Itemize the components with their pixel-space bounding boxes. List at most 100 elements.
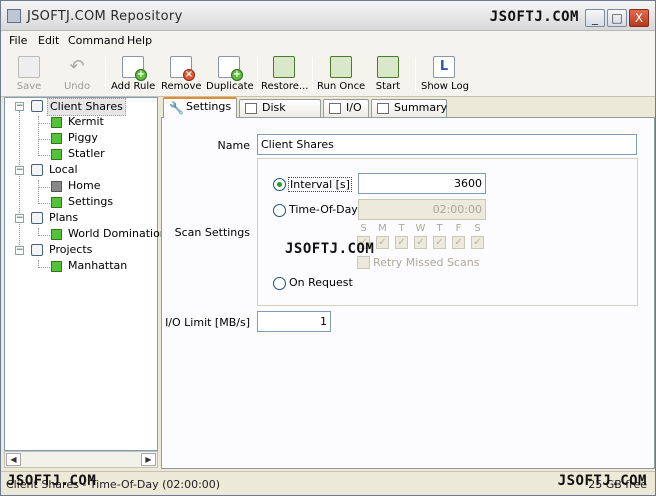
scroll-left-button[interactable]: ◀ <box>6 453 21 466</box>
undo-button[interactable]: ↶ Undo <box>57 53 97 95</box>
save-button[interactable]: Save <box>9 53 49 95</box>
share-active-icon <box>51 229 62 240</box>
status-bar: Client Shares - Time-Of-Day (02:00:00) 2… <box>1 471 655 495</box>
floppy-icon <box>18 56 40 78</box>
day-checkbox-mon[interactable]: ✓ <box>376 236 389 249</box>
interval-radio[interactable] <box>273 178 286 191</box>
watermark-bottom-right: JSOFTJ.COM <box>557 473 647 489</box>
share-active-icon <box>51 149 62 160</box>
window-title: JSOFTJ.COM Repository <box>27 9 183 24</box>
share-active-icon <box>51 261 62 272</box>
day-label-mon: M <box>378 223 387 234</box>
group-icon <box>31 244 43 256</box>
chart-icon <box>329 103 341 114</box>
duplicate-button[interactable]: + Duplicate <box>206 53 254 95</box>
collapse-toggle[interactable]: − <box>15 102 24 111</box>
minimize-button[interactable]: _ <box>585 9 605 27</box>
run-once-icon <box>330 56 352 78</box>
day-checkbox-thu[interactable]: ✓ <box>433 236 446 249</box>
app-icon <box>7 9 21 23</box>
duplicate-label: Duplicate <box>206 81 254 92</box>
retry-missed-checkbox[interactable] <box>357 256 370 269</box>
collapse-toggle[interactable]: − <box>15 246 24 255</box>
scan-settings-label: Scan Settings <box>174 226 250 239</box>
interval-field[interactable]: 3600 <box>358 173 486 194</box>
menu-command[interactable]: Command <box>68 34 125 47</box>
interval-label[interactable]: Interval [s] <box>288 177 352 192</box>
watermark-bottom-left: JSOFTJ.COM <box>7 473 97 489</box>
tree-label: Plans <box>49 211 79 224</box>
watermark-top-right: JSOFTJ.COM <box>489 9 579 25</box>
start-icon <box>377 56 399 78</box>
maximize-button[interactable]: □ <box>607 9 627 27</box>
day-checkbox-sat[interactable]: ✓ <box>471 236 484 249</box>
watermark-center: JSOFTJ.COM <box>285 241 375 257</box>
on-request-label[interactable]: On Request <box>289 276 353 289</box>
start-button[interactable]: Start <box>370 53 406 95</box>
share-active-icon <box>51 197 62 208</box>
share-active-icon <box>51 133 62 144</box>
menu-bar: File Edit Command Help <box>1 31 655 51</box>
name-label: Name <box>217 139 250 152</box>
restore-button[interactable]: Restore... <box>261 53 309 95</box>
on-request-radio[interactable] <box>273 277 286 290</box>
log-icon: L <box>433 56 455 78</box>
show-log-button[interactable]: L Show Log <box>421 53 470 95</box>
tab-summary[interactable]: Summary <box>371 99 447 117</box>
collapse-toggle[interactable]: − <box>15 214 24 223</box>
add-rule-icon: + <box>122 56 147 81</box>
day-checkbox-tue[interactable]: ✓ <box>395 236 408 249</box>
retry-missed-label: Retry Missed Scans <box>373 256 480 269</box>
tree-label: World Domination <box>68 227 167 240</box>
tab-settings[interactable]: 🔧 Settings <box>163 97 237 118</box>
tree-label: Kermit <box>68 115 104 128</box>
tab-label: Summary <box>394 101 448 114</box>
close-button[interactable]: X <box>629 9 649 27</box>
time-of-day-field[interactable]: 02:00:00 <box>358 199 486 220</box>
repository-tree[interactable]: − Client Shares Kermit Piggy Statler − L… <box>4 97 167 451</box>
scroll-right-button[interactable]: ▶ <box>141 453 156 466</box>
settings-panel: Name Client Shares Scan Settings Interva… <box>161 117 655 469</box>
remove-button[interactable]: × Remove <box>161 53 202 95</box>
menu-help[interactable]: Help <box>127 34 152 47</box>
tree-horizontal-scrollbar[interactable]: ◀ ▶ <box>4 451 158 468</box>
io-limit-field[interactable]: 1 <box>257 311 331 332</box>
tab-strip: 🔧 Settings Disk Usage I/O Summary <box>161 97 655 130</box>
tree-label: Projects <box>49 243 93 256</box>
restore-icon <box>273 56 295 78</box>
chart-icon <box>245 103 257 114</box>
tab-label: I/O <box>346 101 362 114</box>
group-icon <box>31 164 43 176</box>
start-label: Start <box>375 81 401 92</box>
add-rule-button[interactable]: + Add Rule <box>111 53 155 95</box>
day-label-sat: S <box>474 223 481 234</box>
tree-label: Local <box>49 163 78 176</box>
day-label-wed: W <box>415 223 426 234</box>
toolbar: Save ↶ Undo + Add Rule × Remove + Duplic… <box>1 51 655 97</box>
tab-io[interactable]: I/O <box>323 99 369 117</box>
tree-label: Manhattan <box>68 259 128 272</box>
title-bar: JSOFTJ.COM Repository JSOFTJ.COM _ □ X <box>1 1 655 31</box>
time-of-day-radio[interactable] <box>273 204 286 217</box>
name-field[interactable]: Client Shares <box>257 134 637 155</box>
collapse-toggle[interactable]: − <box>15 166 24 175</box>
time-of-day-label[interactable]: Time-Of-Day <box>289 203 358 216</box>
restore-label: Restore... <box>261 81 309 92</box>
remove-icon: × <box>170 56 195 81</box>
tree-label: Piggy <box>68 131 98 144</box>
show-log-label: Show Log <box>421 81 470 92</box>
day-label-sun: S <box>360 223 367 234</box>
day-checkbox-wed[interactable]: ✓ <box>414 236 427 249</box>
day-label-fri: F <box>455 223 462 234</box>
share-inactive-icon <box>51 181 62 192</box>
group-icon <box>31 100 43 112</box>
run-once-button[interactable]: Run Once <box>317 53 365 95</box>
tab-disk-usage[interactable]: Disk Usage <box>239 99 321 130</box>
menu-file[interactable]: File <box>9 34 27 47</box>
duplicate-icon: + <box>218 56 243 81</box>
day-label-thu: T <box>436 223 443 234</box>
menu-edit[interactable]: Edit <box>38 34 59 47</box>
tree-label: Statler <box>68 147 105 160</box>
summary-icon <box>377 103 389 114</box>
day-checkbox-fri[interactable]: ✓ <box>452 236 465 249</box>
